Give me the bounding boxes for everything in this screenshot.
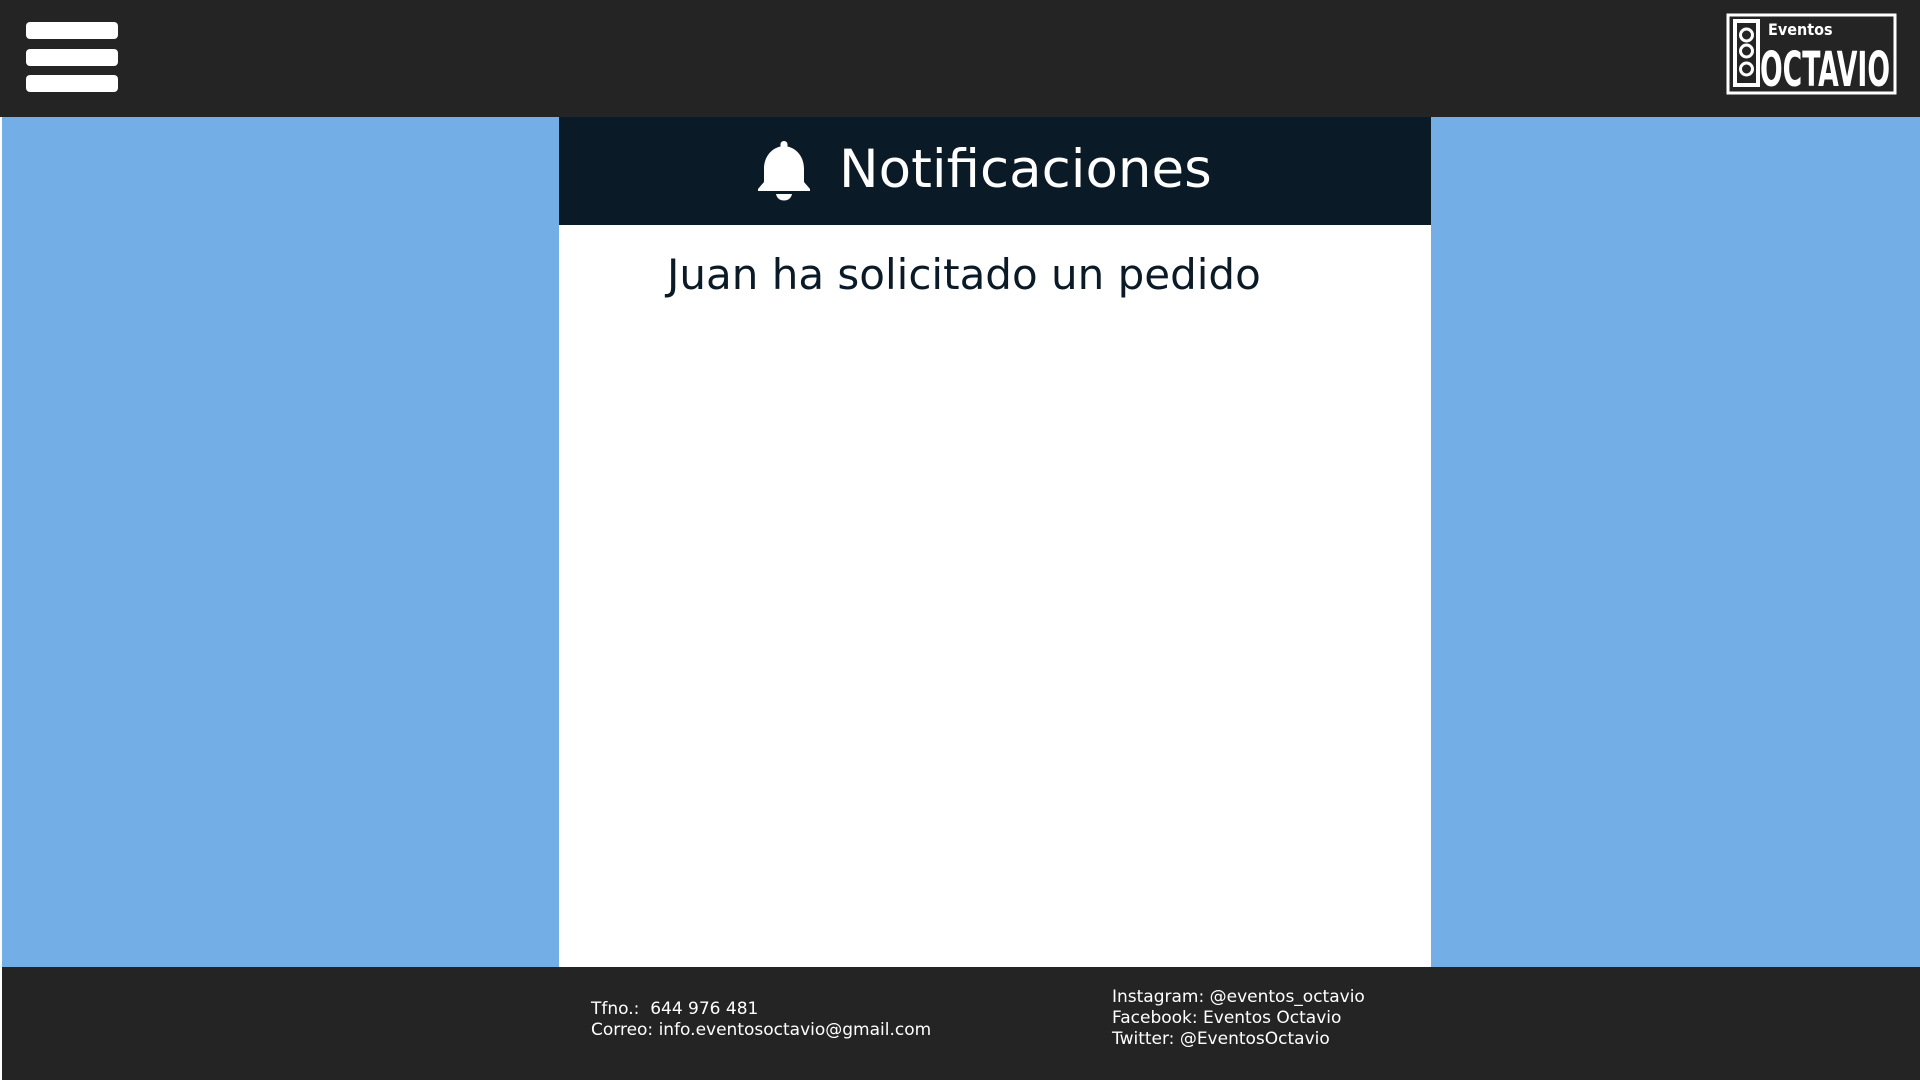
panel-title: Notificaciones xyxy=(839,139,1212,200)
footer-facebook-line: Facebook: Eventos Octavio xyxy=(1112,1008,1365,1029)
twitter-label: Twitter: xyxy=(1112,1029,1175,1049)
footer-contact: Tfno.: 644 976 481 Correo: info.eventoso… xyxy=(591,999,931,1041)
footer-phone-line: Tfno.: 644 976 481 xyxy=(591,999,931,1020)
notification-item[interactable]: Juan ha solicitado un pedido xyxy=(667,249,1261,301)
phone-value: 644 976 481 xyxy=(650,999,759,1019)
bell-icon xyxy=(758,141,810,201)
logo-small-text: Eventos xyxy=(1768,20,1833,39)
footer: Tfno.: 644 976 481 Correo: info.eventoso… xyxy=(2,967,1920,1080)
phone-label: Tfno.: xyxy=(591,999,640,1019)
facebook-page[interactable]: Eventos Octavio xyxy=(1203,1008,1341,1028)
logo-big-text: OCTAVIO xyxy=(1760,42,1890,95)
instagram-label: Instagram: xyxy=(1112,987,1205,1007)
notifications-header: Notificaciones xyxy=(559,117,1431,225)
email-value[interactable]: info.eventosoctavio@gmail.com xyxy=(659,1020,932,1040)
hamburger-menu-icon[interactable] xyxy=(26,22,118,94)
menu-bar-line xyxy=(26,22,118,39)
instagram-handle[interactable]: @eventos_octavio xyxy=(1210,987,1365,1007)
footer-email-line: Correo: info.eventosoctavio@gmail.com xyxy=(591,1020,931,1041)
menu-bar-line xyxy=(26,49,118,66)
footer-twitter-line: Twitter: @EventosOctavio xyxy=(1112,1029,1365,1050)
facebook-label: Facebook: xyxy=(1112,1008,1198,1028)
footer-instagram-line: Instagram: @eventos_octavio xyxy=(1112,987,1365,1008)
footer-social: Instagram: @eventos_octavio Facebook: Ev… xyxy=(1112,987,1365,1050)
top-navigation-bar: Eventos OCTAVIO xyxy=(0,0,1920,117)
menu-bar-line xyxy=(26,75,118,92)
twitter-handle[interactable]: @EventosOctavio xyxy=(1180,1029,1330,1049)
email-label: Correo: xyxy=(591,1020,654,1040)
notifications-panel: Notificaciones Juan ha solicitado un ped… xyxy=(559,117,1431,967)
eventos-octavio-logo[interactable]: Eventos OCTAVIO xyxy=(1726,13,1897,95)
